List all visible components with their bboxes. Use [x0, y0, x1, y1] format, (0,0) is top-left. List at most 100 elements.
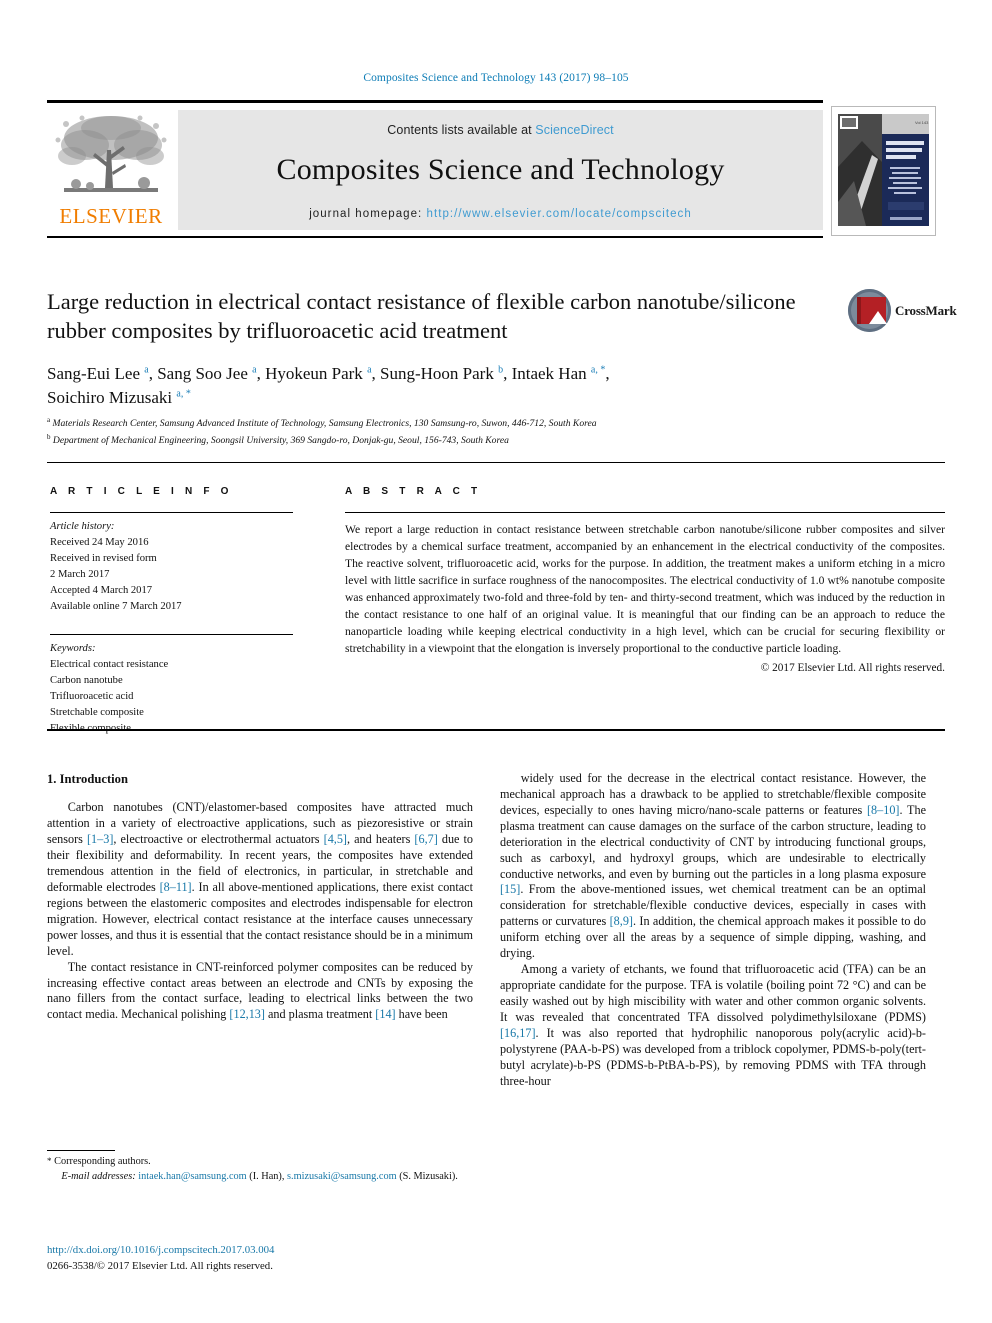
- issn-copyright-line: 0266-3538/© 2017 Elsevier Ltd. All right…: [47, 1260, 273, 1273]
- email-link-1[interactable]: intaek.han@samsung.com: [138, 1171, 246, 1182]
- doi-link[interactable]: http://dx.doi.org/10.1016/j.compscitech.…: [47, 1242, 487, 1258]
- author-list: Sang-Eui Lee a, Sang Soo Jee a, Hyokeun …: [47, 362, 847, 410]
- corresponding-marker: *: [47, 1156, 52, 1166]
- article-history-item: Received in revised form: [50, 553, 157, 565]
- affiliation-marker: b: [47, 433, 51, 442]
- keyword-item: Stretchable composite: [50, 706, 144, 718]
- author-affiliation-marker: a, *: [590, 364, 606, 376]
- crossmark-circle-icon: [848, 289, 891, 332]
- corresponding-text: Corresponding authors.: [54, 1156, 151, 1167]
- right-paragraphs: widely used for the decrease in the elec…: [500, 771, 926, 1089]
- elsevier-logo: ELSEVIER: [47, 110, 175, 236]
- section-title-introduction: 1. Introduction: [47, 772, 128, 786]
- paper-page: Composites Science and Technology 143 (2…: [0, 0, 992, 1323]
- author-affiliation-marker: b: [498, 364, 504, 376]
- citation-link[interactable]: [8–11]: [160, 880, 192, 894]
- footnote-rule: [47, 1150, 115, 1151]
- cover-art: Vol 143: [832, 107, 935, 235]
- author-name: Soichiro Mizusaki: [47, 388, 177, 408]
- body-column-right: widely used for the decrease in the elec…: [500, 771, 926, 1089]
- journal-masthead: ELSEVIER Contents lists available at Sci…: [47, 100, 945, 238]
- body-paragraph: Carbon nanotubes (CNT)/elastomer-based c…: [47, 800, 474, 958]
- crossmark-book-icon: [857, 297, 887, 324]
- publication-footer: http://dx.doi.org/10.1016/j.compscitech.…: [47, 1242, 487, 1274]
- email-line: E-mail addresses: intaek.han@samsung.com…: [47, 1170, 477, 1185]
- author-name: Sang-Eui Lee: [47, 364, 145, 383]
- keyword-item: Electrical contact resistance: [50, 658, 169, 670]
- contents-prefix: Contents lists available at: [387, 123, 536, 137]
- journal-band: Contents lists available at ScienceDirec…: [178, 110, 823, 230]
- abstract-rule: [345, 512, 945, 513]
- contents-line: Contents lists available at ScienceDirec…: [178, 110, 823, 137]
- crossmark-badge[interactable]: CrossMark: [848, 289, 957, 335]
- body-column-left: 1. Introduction Carbon nanotubes (CNT)/e…: [47, 771, 473, 1023]
- article-info-heading: A R T I C L E I N F O: [50, 486, 233, 497]
- keywords-rule: [50, 633, 293, 635]
- keyword-item: Carbon nanotube: [50, 674, 123, 686]
- author-name: Intaek Han: [511, 364, 591, 383]
- page-title: Large reduction in electrical contact re…: [47, 289, 796, 344]
- author-name: Sung-Hoon Park: [380, 364, 499, 383]
- left-paragraphs: Carbon nanotubes (CNT)/elastomer-based c…: [47, 800, 473, 1023]
- keywords-block: Keywords: Electrical contact resistance C…: [50, 641, 293, 738]
- keywords-label: Keywords:: [50, 642, 96, 654]
- author-name: Sang Soo Jee: [157, 364, 253, 383]
- citation-link[interactable]: [14]: [375, 1007, 395, 1021]
- article-info-rule: [50, 512, 293, 513]
- citation-link[interactable]: [1–3]: [87, 832, 113, 846]
- svg-text:Vol 143: Vol 143: [915, 120, 929, 125]
- corresponding-authors-line: * Corresponding authors.: [47, 1155, 477, 1170]
- info-bottom-rule: [47, 729, 945, 731]
- email-owner-1: (I. Han),: [249, 1170, 285, 1182]
- author-name: Hyokeun Park: [265, 364, 368, 383]
- article-history-item: Accepted 4 March 2017: [50, 585, 153, 597]
- elsevier-wordmark: ELSEVIER: [59, 204, 163, 228]
- email-link-2[interactable]: s.mizusaki@samsung.com: [287, 1171, 397, 1182]
- article-history-block: Article history: Received 24 May 2016 Rec…: [50, 519, 293, 616]
- abstract-text: We report a large reduction in contact r…: [345, 523, 945, 656]
- abstract-heading: A B S T R A C T: [345, 486, 482, 497]
- author-affiliation-marker: a: [367, 364, 372, 376]
- keyword-lines: Electrical contact resistance Carbon nano…: [50, 657, 293, 737]
- affiliation-marker: a: [47, 416, 51, 424]
- article-history-item: Available online 7 March 2017: [50, 601, 182, 613]
- crossmark-label: CrossMark: [895, 303, 957, 318]
- email-label: E-mail addresses:: [61, 1170, 136, 1182]
- article-history-label: Article history:: [50, 521, 115, 532]
- affiliation-list: a Materials Research Center, Samsung Adv…: [47, 415, 907, 449]
- citation-link[interactable]: [8–10]: [867, 803, 900, 817]
- article-history-item: 2 March 2017: [50, 569, 110, 581]
- article-history-item: Received 24 May 2016: [50, 537, 149, 549]
- elsevier-tree-icon: [55, 115, 167, 192]
- affiliation-line: b Department of Mechanical Engineering, …: [47, 433, 509, 447]
- body-paragraph: Among a variety of etchants, we found th…: [500, 962, 926, 1088]
- author-line-2: Soichiro Mizusaki a, *: [47, 388, 191, 407]
- body-paragraph: The contact resistance in CNT-reinforced…: [47, 959, 473, 1022]
- author-affiliation-marker: a: [144, 364, 149, 376]
- keyword-item: Trifluoroacetic acid: [50, 690, 134, 702]
- article-history-lines: Received 24 May 2016 Received in revised …: [50, 535, 293, 615]
- journal-homepage-line: journal homepage: http://www.elsevier.co…: [178, 208, 823, 220]
- running-head: Composites Science and Technology 143 (2…: [363, 72, 629, 84]
- abstract-copyright: © 2017 Elsevier Ltd. All rights reserved…: [760, 662, 945, 675]
- author-affiliation-marker: a: [252, 364, 257, 376]
- affiliation-line: a Materials Research Center, Samsung Adv…: [47, 416, 597, 430]
- citation-link[interactable]: [12,13]: [229, 1007, 265, 1021]
- email-owner-2: (S. Mizusaki).: [399, 1170, 458, 1182]
- masthead-bottom-rule: [47, 236, 823, 238]
- homepage-prefix: journal homepage:: [309, 208, 427, 220]
- article-info-column: Article history: Received 24 May 2016 Rec…: [50, 512, 293, 737]
- journal-cover-thumbnail: Vol 143: [831, 106, 936, 236]
- citation-link[interactable]: [15]: [500, 882, 520, 896]
- citation-link[interactable]: [16,17]: [500, 1026, 536, 1040]
- citation-link[interactable]: [4,5]: [324, 832, 347, 846]
- sciencedirect-link[interactable]: ScienceDirect: [535, 123, 613, 137]
- author-affiliation-marker: a, *: [176, 388, 191, 400]
- abstract-column: We report a large reduction in contact r…: [345, 512, 945, 674]
- citation-link[interactable]: [8,9]: [610, 914, 633, 928]
- journal-title: Composites Science and Technology: [276, 153, 725, 186]
- footnote-block: * Corresponding authors. E-mail addresse…: [47, 1155, 477, 1184]
- author-line-1: Sang-Eui Lee a, Sang Soo Jee a, Hyokeun …: [47, 364, 610, 383]
- journal-homepage-link[interactable]: http://www.elsevier.com/locate/compscite…: [427, 208, 692, 220]
- citation-link[interactable]: [6,7]: [414, 832, 437, 846]
